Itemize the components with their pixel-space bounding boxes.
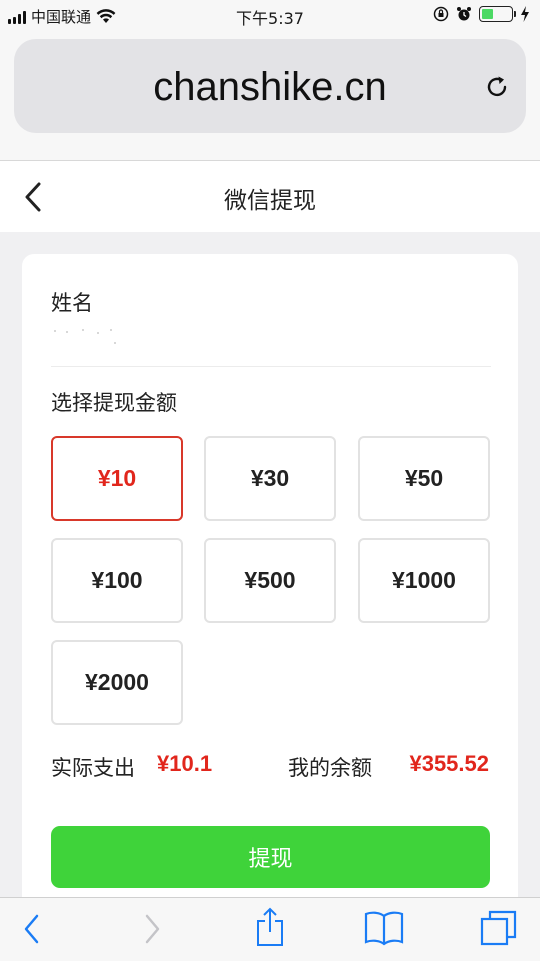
page-title: 微信提现	[224, 188, 316, 214]
name-value-redacted	[52, 326, 122, 344]
amount-option-30[interactable]: ¥30	[204, 436, 336, 521]
browser-top-bar: chanshike.cn	[0, 30, 540, 161]
address-bar[interactable]: chanshike.cn	[14, 39, 526, 133]
select-amount-label: 选择提现金额	[51, 391, 177, 415]
amount-option-100[interactable]: ¥100	[51, 538, 183, 623]
tabs-icon[interactable]	[480, 910, 518, 946]
divider	[51, 366, 491, 367]
url-text: chanshike.cn	[153, 65, 387, 109]
browser-toolbar	[0, 897, 540, 961]
actual-cost-value: ¥10.1	[157, 751, 213, 776]
balance-label: 我的余额	[288, 756, 372, 780]
status-bar: 中国联通 下午5:37	[0, 0, 540, 30]
actual-cost-label: 实际支出	[51, 756, 135, 780]
browser-forward-icon[interactable]	[140, 912, 164, 946]
alarm-icon	[457, 7, 471, 21]
status-right	[433, 6, 530, 22]
amount-option-50[interactable]: ¥50	[358, 436, 490, 521]
battery-icon	[479, 6, 516, 22]
withdraw-card: 姓名 选择提现金额 ¥10 ¥30 ¥50 ¥100 ¥500 ¥1000 ¥2…	[22, 254, 518, 914]
amount-option-10[interactable]: ¥10	[51, 436, 183, 521]
share-icon[interactable]	[254, 907, 286, 947]
orientation-lock-icon	[433, 6, 449, 22]
amount-option-1000[interactable]: ¥1000	[358, 538, 490, 623]
browser-back-icon[interactable]	[20, 912, 44, 946]
withdraw-button[interactable]: 提现	[51, 826, 490, 888]
amount-option-500[interactable]: ¥500	[204, 538, 336, 623]
balance-value: ¥355.52	[409, 751, 489, 776]
charging-icon	[521, 6, 529, 22]
bookmarks-icon[interactable]	[364, 910, 404, 946]
name-label: 姓名	[51, 291, 93, 315]
amount-option-2000[interactable]: ¥2000	[51, 640, 183, 725]
page-header: 微信提现	[0, 161, 540, 232]
reload-icon[interactable]	[484, 74, 510, 100]
